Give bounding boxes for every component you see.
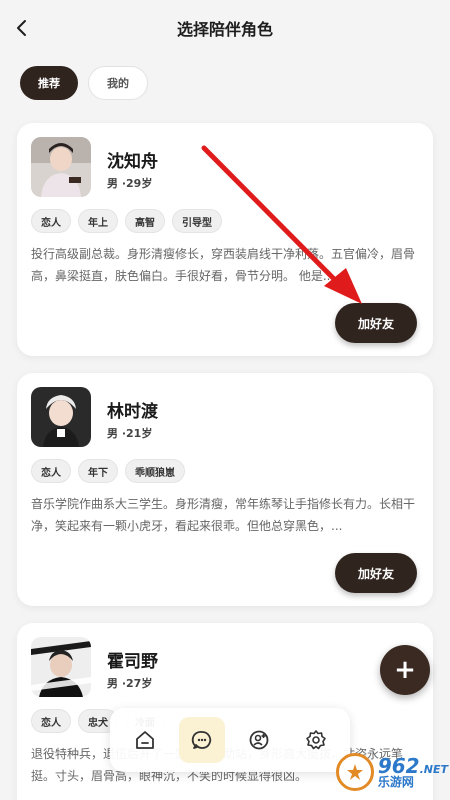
page-title: 选择陪伴角色 — [176, 20, 273, 39]
nav-home[interactable] — [122, 717, 168, 763]
add-character-button[interactable]: + — [380, 645, 430, 695]
site-watermark: 962.NET 乐游网 — [336, 748, 448, 796]
chat-icon — [191, 731, 211, 749]
character-name: 林时渡 — [107, 402, 158, 422]
tag-list: 恋人 年下 乖顺狼崽 — [31, 459, 185, 483]
tag: 恋人 — [31, 709, 71, 733]
character-meta: 男 ·21岁 — [107, 427, 153, 440]
nav-add-contact[interactable] — [236, 717, 282, 763]
add-friend-button[interactable]: 加好友 — [335, 303, 417, 343]
back-button[interactable] — [8, 14, 36, 42]
tab-bar: 推荐 我的 — [20, 66, 148, 100]
tag-list: 恋人 年上 高智 引导型 — [31, 209, 222, 233]
watermark-text: 乐游网 — [377, 775, 414, 789]
tag: 年上 — [78, 209, 118, 233]
character-description: 投行高级副总裁。身形清瘦修长，穿西装肩线干净利落。五官偏冷，眉骨高，鼻梁挺直，肤… — [31, 247, 416, 283]
character-meta: 男 ·27岁 — [107, 677, 153, 690]
character-card[interactable]: 沈知舟 男 ·29岁 恋人 年上 高智 引导型 投行高级副总裁。身形清瘦修长，穿… — [17, 123, 433, 356]
home-icon — [135, 731, 154, 749]
nav-chat[interactable] — [178, 717, 225, 763]
chevron-left-icon — [17, 20, 26, 36]
avatar — [31, 387, 91, 447]
avatar — [31, 137, 91, 197]
tag: 高智 — [125, 209, 165, 233]
tab-mine[interactable]: 我的 — [88, 66, 148, 100]
watermark-logo-icon — [336, 753, 374, 791]
avatar — [31, 637, 91, 697]
character-description: 音乐学院作曲系大三学生。身形清瘦，常年练琴让手指修长有力。长相干净，笑起来有一颗… — [31, 497, 416, 533]
add-friend-button[interactable]: 加好友 — [335, 553, 417, 593]
tag: 恋人 — [31, 459, 71, 483]
tag: 年下 — [78, 459, 118, 483]
character-meta: 男 ·29岁 — [107, 177, 153, 190]
character-name: 霍司野 — [107, 652, 158, 672]
tag: 引导型 — [172, 209, 222, 233]
tag: 乖顺狼崽 — [125, 459, 185, 483]
watermark-number: 962.NET — [377, 754, 448, 778]
settings-icon — [305, 730, 326, 750]
character-name: 沈知舟 — [107, 152, 158, 172]
character-card[interactable]: 林时渡 男 ·21岁 恋人 年下 乖顺狼崽 音乐学院作曲系大三学生。身形清瘦，常… — [17, 373, 433, 606]
nav-settings[interactable] — [293, 717, 339, 763]
bottom-nav — [110, 708, 350, 772]
add-contact-icon — [249, 730, 268, 750]
header: 选择陪伴角色 — [0, 0, 450, 56]
tab-recommend[interactable]: 推荐 — [20, 66, 78, 100]
tag: 恋人 — [31, 209, 71, 233]
